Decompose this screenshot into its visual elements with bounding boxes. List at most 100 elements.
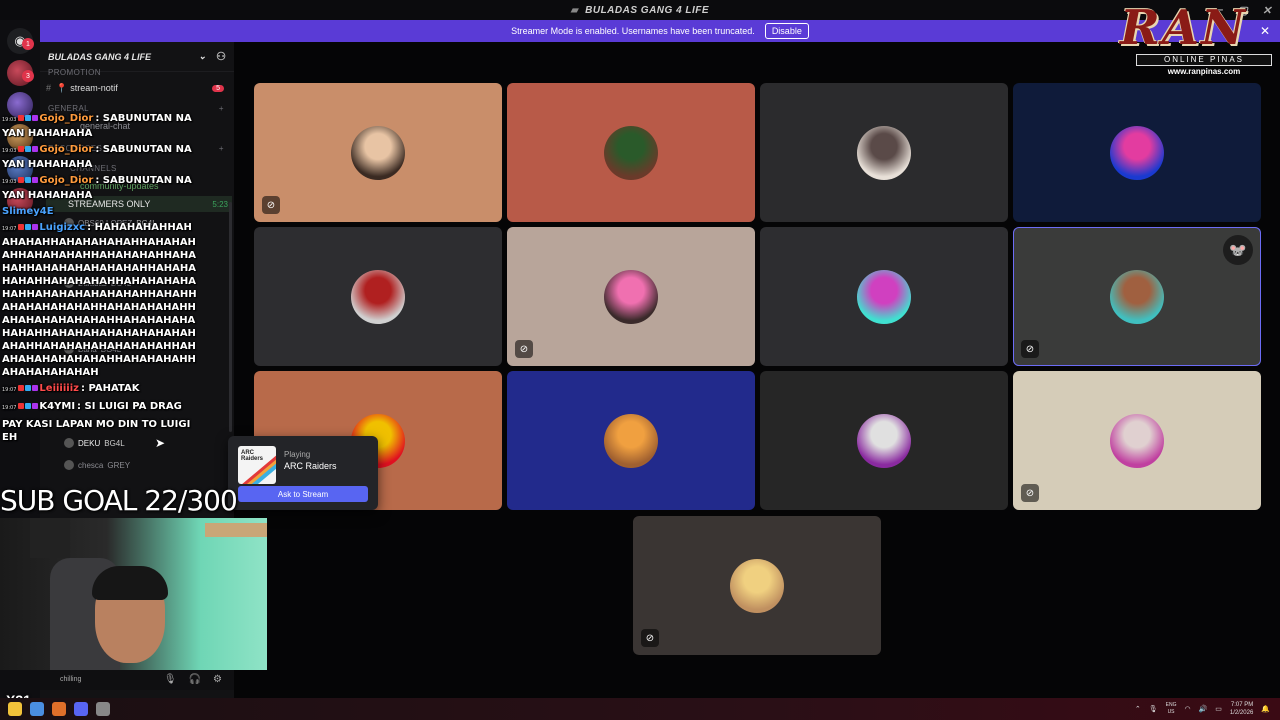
chat-badge-icon <box>32 385 39 391</box>
hash-icon: # <box>46 83 52 93</box>
avatar <box>604 413 658 468</box>
voice-member[interactable]: chesca GREY <box>64 458 224 472</box>
ran-online-logo: RAN ONLINE PINAS www.ranpinas.com <box>1112 0 1278 82</box>
gear-icon[interactable]: ⚙ <box>213 674 222 685</box>
user-panel: chilling 🎙 🎧 ⚙ <box>40 668 234 690</box>
muted-mic-icon: ⊘ <box>1021 484 1039 502</box>
unread-count: 5 <box>212 84 224 92</box>
chat-text: : SI LUIGI PA DRAG <box>77 401 182 412</box>
chat-timestamp: 19:07 <box>2 405 17 411</box>
sub-goal-text: SUB GOAL 22/300 <box>0 484 238 517</box>
participant-tile[interactable]: ⊘ 🐭 <box>1013 227 1261 366</box>
game-art-title: ARC Raiders <box>241 450 264 462</box>
volume-icon[interactable]: 🔊 <box>1199 705 1208 713</box>
clock[interactable]: 7:07 PM 1/2/2026 <box>1230 701 1253 717</box>
chat-badge-icon <box>18 385 25 391</box>
browser-icon[interactable] <box>30 702 44 716</box>
sidebar-scrollbar[interactable] <box>229 202 232 432</box>
avatar <box>351 269 405 324</box>
chat-badge-icon <box>25 115 32 121</box>
app-icon: ▰ <box>570 4 580 16</box>
participant-tile[interactable] <box>507 83 755 222</box>
notification-bell-icon[interactable]: 🔔 <box>1261 705 1270 713</box>
participant-tile[interactable] <box>1013 83 1261 222</box>
chat-message: PAY KASI LAPAN MO DIN TO LUIGI EH <box>2 418 198 444</box>
chat-badge-icon <box>32 177 39 183</box>
chat-message: 19:07 Luigizxc: HAHAHAHAHHAHAHAHAHHAHAHAH… <box>2 221 198 379</box>
chat-timestamp: 19:03 <box>2 117 17 123</box>
webcam-feed <box>0 518 267 670</box>
app-icon[interactable] <box>52 702 66 716</box>
taskbar: ⌃ 🎙 ENG US ◠ 🔊 ▭ 7:07 PM 1/2/2026 🔔 <box>0 698 1280 720</box>
chat-username: Gojo_Dior <box>39 175 94 186</box>
file-explorer-icon[interactable] <box>8 702 22 716</box>
chat-username: Gojo_Dior <box>39 144 94 155</box>
chat-badge-icon <box>32 115 39 121</box>
webcam-person-hair <box>92 566 168 600</box>
microphone-icon[interactable]: 🎙 <box>164 674 177 685</box>
server-name: BULADAS GANG 4 LIFE <box>48 51 152 62</box>
wifi-icon[interactable]: ◠ <box>1184 705 1190 713</box>
participant-tile[interactable]: ⊘ <box>507 227 755 366</box>
participant-tile[interactable] <box>254 227 502 366</box>
chat-badge-icon <box>25 403 32 409</box>
muted-mic-icon: ⊘ <box>1021 340 1039 358</box>
avatar <box>857 125 911 180</box>
screen: ▰ BULADAS GANG 4 LIFE — ▢ ✕ ◉ 1 3 Stream… <box>0 0 1280 720</box>
participant-tile[interactable] <box>507 371 755 510</box>
chat-badge-icon <box>18 224 25 230</box>
chat-message: 19:03 Gojo_Dior: SABUNUTAN NA YAN HAHAHAH… <box>2 143 198 171</box>
participant-tile[interactable]: ⊘ <box>633 516 881 655</box>
avatar <box>64 460 74 470</box>
participant-tile[interactable] <box>760 227 1008 366</box>
chat-username: Slimey4E <box>2 206 54 217</box>
chat-timestamp: 19:07 <box>2 226 17 232</box>
mouse-icon: 🐭 <box>1223 235 1253 265</box>
battery-icon[interactable]: ▭ <box>1215 705 1222 713</box>
disable-streamer-mode-button[interactable]: Disable <box>764 23 809 39</box>
avatar <box>351 125 405 180</box>
channel-stream-notif[interactable]: # 📍 stream-notif 5 <box>46 80 224 96</box>
notification-badge: 1 <box>22 38 34 50</box>
webcam-shirt <box>30 518 70 558</box>
chat-badge-icon <box>32 146 39 152</box>
discord-icon[interactable] <box>74 702 88 716</box>
avatar <box>857 413 911 468</box>
participant-tile[interactable]: ⊘ <box>1013 371 1261 510</box>
chevron-up-icon[interactable]: ⌃ <box>1135 705 1141 713</box>
channel-label: stream-notif <box>70 83 118 93</box>
chat-username: Luigizxc <box>39 222 86 233</box>
obs-icon[interactable] <box>96 702 110 716</box>
notification-badge: 3 <box>22 70 34 82</box>
chat-badge-icon <box>32 403 39 409</box>
participant-tile[interactable] <box>760 83 1008 222</box>
window-title: BULADAS GANG 4 LIFE <box>585 4 710 16</box>
chevron-down-icon: ⌄ <box>198 51 207 61</box>
chat-badge-icon <box>25 385 32 391</box>
streamer-mode-banner: Streamer Mode is enabled. Usernames have… <box>40 20 1280 42</box>
chat-badge-icon <box>18 115 25 121</box>
avatar <box>857 269 911 324</box>
pin-icon: 📍 <box>56 82 68 93</box>
avatar <box>604 269 658 324</box>
chat-text: : HAHAHAHAHHAHAHAHAHHAHAHAHAHAHHAHAHAHAH… <box>2 222 197 378</box>
muted-mic-icon: ⊘ <box>262 196 280 214</box>
window-titlebar: ▰ BULADAS GANG 4 LIFE — ▢ ✕ <box>0 0 1280 20</box>
chat-message: Slimey4E <box>2 205 198 218</box>
add-user-icon[interactable]: ⚇ <box>216 50 226 63</box>
chat-username: K4YMI <box>39 401 76 412</box>
participant-tile[interactable] <box>760 371 1008 510</box>
avatar <box>1110 125 1164 180</box>
game-name: ARC Raiders <box>284 461 337 471</box>
headphones-icon[interactable]: 🎧 <box>189 674 201 685</box>
chat-message: 19:07 K4YMI: SI LUIGI PA DRAG <box>2 400 198 415</box>
stream-chat-overlay: 19:03 Gojo_Dior: SABUNUTAN NA YAN HAHAHAH… <box>2 112 198 447</box>
chat-badge-icon <box>18 403 25 409</box>
mic-tray-icon[interactable]: 🎙 <box>1149 705 1158 713</box>
avatar <box>1110 269 1164 324</box>
chat-badge-icon <box>18 177 25 183</box>
category-promotion[interactable]: PROMOTION <box>48 68 224 77</box>
participant-tile[interactable]: ⊘ <box>254 83 502 222</box>
chat-text: : PAHATAK <box>80 383 140 394</box>
language-indicator[interactable]: ENG US <box>1166 702 1177 716</box>
